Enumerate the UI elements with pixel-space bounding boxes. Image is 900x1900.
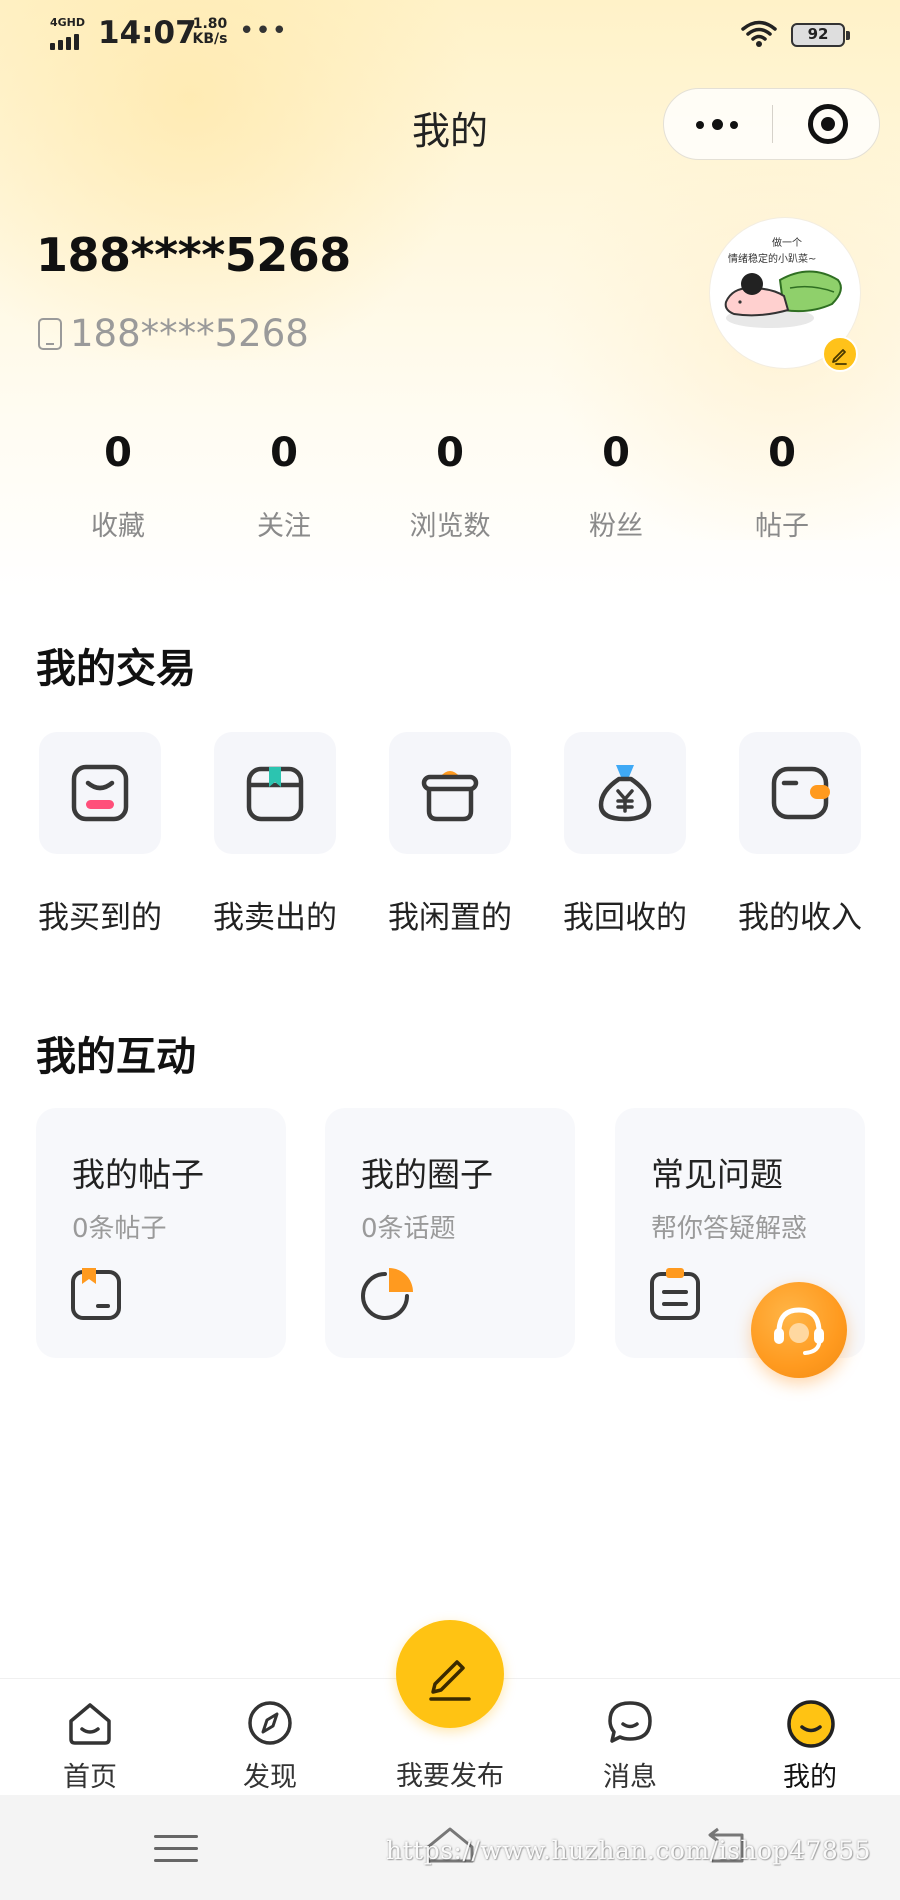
bag-icon (71, 764, 129, 822)
card-title: 我的圈子 (361, 1155, 493, 1194)
interaction-section-title: 我的互动 (36, 1034, 196, 1080)
status-time: 14:07 (98, 15, 197, 51)
mini-program-capsule (663, 88, 880, 160)
card-title: 常见问题 (651, 1155, 783, 1194)
box-icon (246, 766, 304, 822)
stat-value: 0 (104, 430, 132, 476)
capsule-divider (772, 105, 773, 143)
trade-item-sold[interactable]: 我卖出的 (205, 732, 345, 937)
headset-icon (774, 1307, 824, 1355)
faq-clipboard-icon (650, 1268, 700, 1320)
svg-text:情绪稳定的小趴菜~: 情绪稳定的小趴菜~ (728, 252, 816, 265)
trade-item-idle[interactable]: 我闲置的 (380, 732, 520, 937)
trade-item-label: 我的收入 (738, 900, 862, 936)
wifi-icon (741, 20, 777, 47)
trade-item-label: 我卖出的 (213, 900, 337, 936)
trade-section-title: 我的交易 (36, 646, 196, 692)
trade-item-label: 我买到的 (38, 900, 162, 936)
stat-label: 浏览数 (409, 511, 491, 542)
stat-value: 0 (270, 430, 298, 476)
stat-label: 关注 (257, 511, 311, 542)
smile-icon (787, 1700, 835, 1748)
tab-mine[interactable]: 我的 (720, 1679, 900, 1796)
tab-label: 首页 (63, 1762, 117, 1793)
speed-unit: KB/s (192, 31, 228, 47)
tab-label: 消息 (603, 1762, 657, 1793)
card-subtitle: 0条话题 (361, 1214, 456, 1244)
trade-item-recycled[interactable]: 我回收的 (555, 732, 695, 937)
battery-indicator: 92 (791, 23, 850, 47)
post-icon (71, 1268, 121, 1320)
tab-home[interactable]: 首页 (0, 1679, 180, 1796)
stat-label: 粉丝 (589, 511, 643, 542)
stat-label: 收藏 (91, 511, 145, 542)
edit-avatar-icon[interactable] (822, 336, 858, 372)
card-my-circles[interactable]: 我的圈子 0条话题 (325, 1108, 575, 1358)
stat-fans[interactable]: 0 粉丝 (533, 430, 699, 543)
speed-value: 1.80 (192, 16, 228, 32)
customer-service-button[interactable] (751, 1282, 847, 1378)
trade-item-label: 我闲置的 (388, 900, 512, 936)
trade-item-bought[interactable]: 我买到的 (30, 732, 170, 937)
svg-text:做一个: 做一个 (772, 236, 802, 249)
watermark-text: https://www.huzhan.com/ishop47855 (386, 1836, 872, 1865)
close-target-icon[interactable] (808, 104, 848, 144)
chat-icon (608, 1701, 652, 1743)
circle-chart-icon (361, 1268, 413, 1320)
signal-icon: 4GHD (50, 16, 88, 50)
username: 188****5268 (36, 228, 351, 282)
menu-icon[interactable] (154, 1831, 198, 1865)
stat-value: 0 (602, 430, 630, 476)
tab-label: 发现 (243, 1762, 297, 1793)
tab-discover[interactable]: 发现 (180, 1679, 360, 1796)
stat-following[interactable]: 0 关注 (201, 430, 367, 543)
stat-value: 0 (436, 430, 464, 476)
compass-icon (248, 1701, 292, 1745)
network-speed: 1.80 KB/s (190, 17, 230, 47)
stat-value: 0 (768, 430, 796, 476)
card-title: 我的帖子 (72, 1155, 204, 1194)
phone-number: 188****5268 (70, 312, 309, 355)
trade-item-label: 我回收的 (563, 900, 687, 936)
status-more-dots: ••• (239, 16, 289, 46)
network-type: 4GHD (50, 16, 86, 29)
stat-label: 帖子 (755, 511, 809, 542)
publish-button[interactable] (396, 1620, 504, 1728)
trade-item-income[interactable]: 我的收入 (730, 732, 870, 937)
status-bar: 4GHD 14:07 1.80 KB/s ••• 92 (0, 0, 900, 66)
phone-icon (38, 318, 62, 350)
publish-label[interactable]: 我要发布 (360, 1754, 540, 1793)
tab-label: 我的 (783, 1762, 837, 1793)
pen-icon (429, 1660, 471, 1701)
stat-posts[interactable]: 0 帖子 (699, 430, 865, 543)
avatar[interactable]: 做一个 情绪稳定的小趴菜~ (710, 218, 860, 372)
card-my-posts[interactable]: 我的帖子 0条帖子 (36, 1108, 286, 1358)
card-subtitle: 0条帖子 (72, 1214, 167, 1244)
tab-messages[interactable]: 消息 (540, 1679, 720, 1796)
wallet-icon (771, 766, 830, 820)
home-icon (69, 1703, 111, 1745)
basket-icon (421, 771, 479, 822)
money-bag-icon (598, 765, 652, 822)
more-menu-button[interactable] (664, 89, 772, 159)
card-subtitle: 帮你答疑解惑 (651, 1214, 808, 1244)
stat-views[interactable]: 0 浏览数 (367, 430, 533, 543)
stat-favorites[interactable]: 0 收藏 (35, 430, 201, 543)
